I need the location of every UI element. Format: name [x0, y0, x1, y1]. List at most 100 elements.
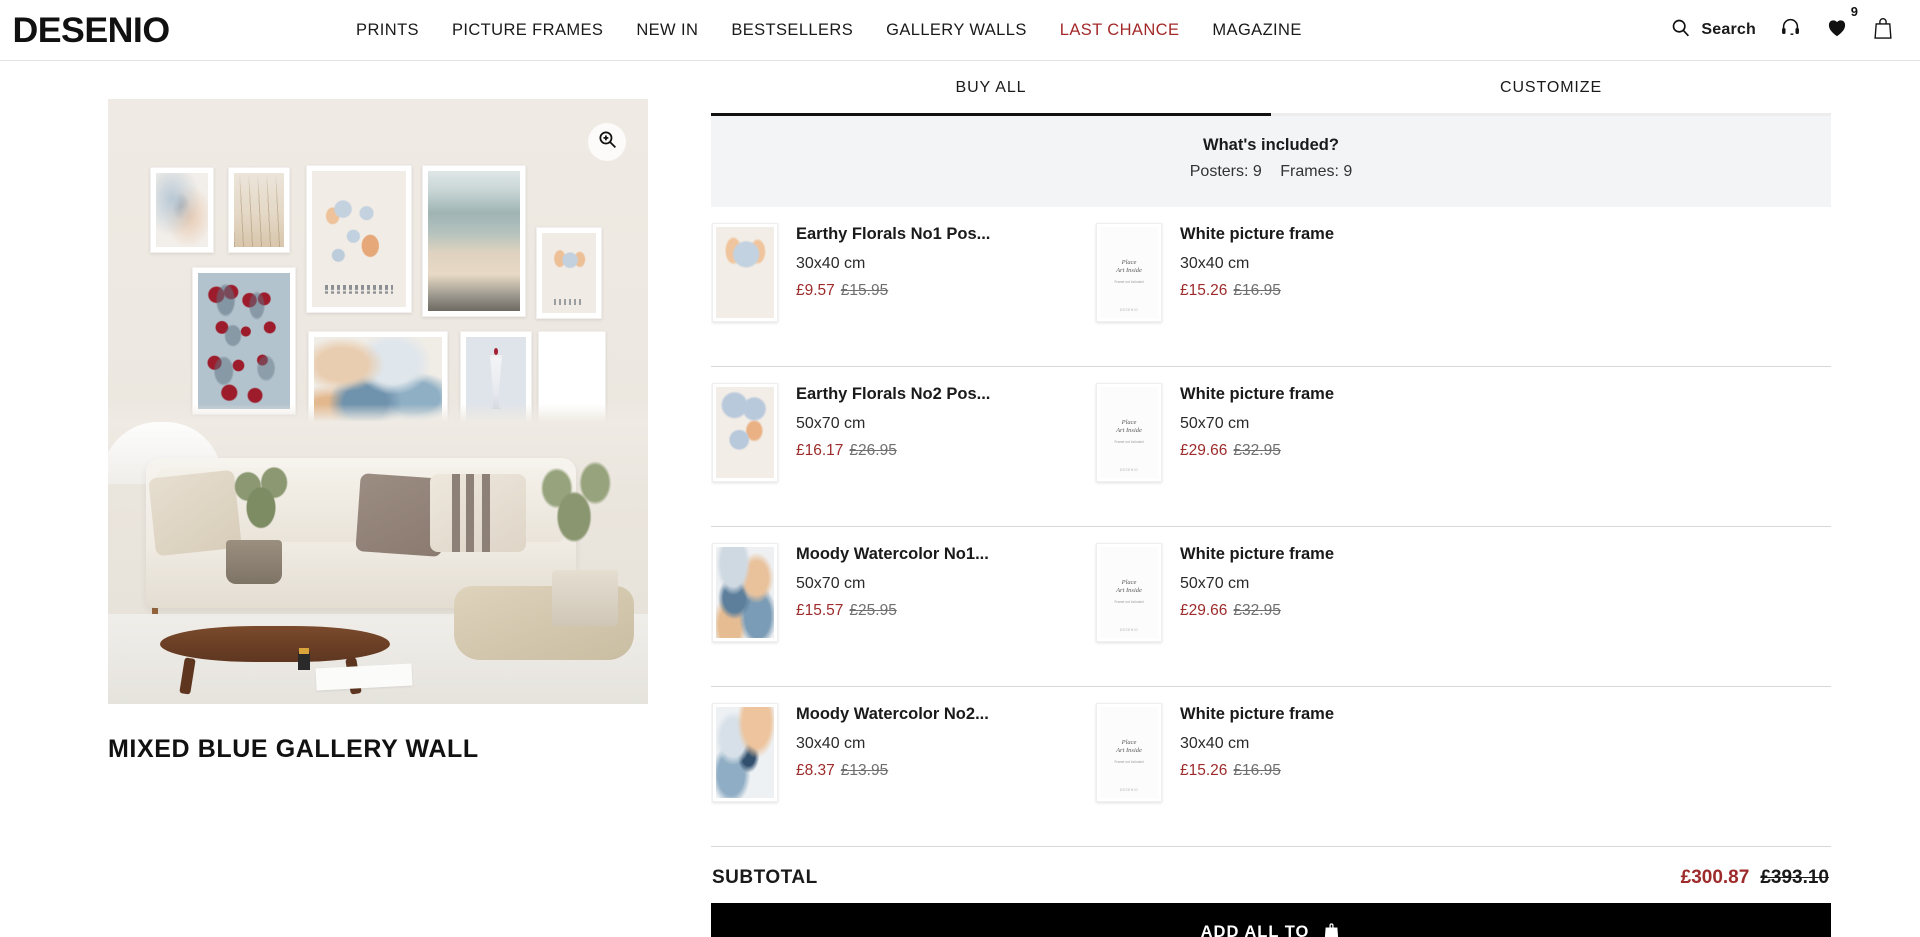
poster-prices: £15.57 £25.95	[796, 602, 989, 620]
tab-buy-all[interactable]: BUY ALL	[711, 61, 1271, 116]
frame-cell: Place Art Inside Frame not included DESE…	[1095, 543, 1479, 642]
wall-frame-2	[228, 167, 290, 253]
poster-thumbnail[interactable]	[712, 543, 778, 642]
frame-size: 50x70 cm	[1180, 414, 1250, 432]
frame-placeholder-text: Place Art Inside	[1116, 578, 1142, 595]
frame-name[interactable]: White picture frame	[1180, 544, 1334, 565]
nav-item-new-in[interactable]: NEW IN	[636, 21, 698, 40]
wishlist-button[interactable]: 9	[1825, 4, 1858, 44]
frame-placeholder-sub: Frame not included	[1114, 439, 1144, 444]
poster-name[interactable]: Moody Watercolor No1...	[796, 544, 989, 565]
frame-cell: Place Art Inside Frame not included DESE…	[1095, 383, 1479, 482]
table-row: Moody Watercolor No2... 30x40 cm £8.37 £1…	[711, 687, 1831, 847]
subtotal-row: SUBTOTAL £300.87 £393.10	[711, 847, 1831, 903]
poster-price-new: £16.17	[796, 441, 844, 459]
poster-name[interactable]: Earthy Florals No1 Pos...	[796, 224, 990, 245]
poster-price-new: £15.57	[796, 601, 844, 619]
poster-cell: Earthy Florals No1 Pos... 30x40 cm £9.57…	[711, 223, 1095, 322]
frame-prices: £29.66 £32.95	[1180, 442, 1334, 460]
cart-button[interactable]	[1872, 16, 1894, 45]
frame-price-old: £32.95	[1233, 441, 1281, 459]
wall-frame-4	[422, 165, 526, 317]
wall-frame-1	[150, 167, 214, 253]
shopping-bag-icon	[1872, 16, 1894, 45]
hero-image-wrapper	[108, 99, 648, 704]
frame-thumbnail[interactable]: Place Art Inside Frame not included DESE…	[1096, 543, 1162, 642]
frame-placeholder-sub: Frame not included	[1114, 599, 1144, 604]
frame-thumbnail[interactable]: Place Art Inside Frame not included DESE…	[1096, 383, 1162, 482]
frame-placeholder-brand: DESENIO	[1119, 628, 1139, 632]
poster-size: 50x70 cm	[796, 574, 866, 592]
gallery-wall-room-image[interactable]	[108, 99, 648, 704]
search-label: Search	[1701, 21, 1756, 38]
nav-item-last-chance[interactable]: LAST CHANCE	[1060, 21, 1180, 40]
poster-price-new: £8.37	[796, 761, 835, 779]
frame-price-old: £32.95	[1233, 601, 1281, 619]
tab-customize[interactable]: CUSTOMIZE	[1271, 61, 1831, 116]
product-purchase-column: BUY ALL CUSTOMIZE What's included? Poste…	[711, 61, 1920, 937]
purchase-mode-tabs: BUY ALL CUSTOMIZE	[711, 61, 1831, 116]
frame-size: 30x40 cm	[1180, 254, 1250, 272]
poster-size: 50x70 cm	[796, 414, 866, 432]
nav-item-picture-frames[interactable]: PICTURE FRAMES	[452, 21, 603, 40]
frame-placeholder-text: Place Art Inside	[1116, 258, 1142, 275]
frame-name[interactable]: White picture frame	[1180, 384, 1334, 405]
add-all-to-cart-button[interactable]: ADD ALL TO	[711, 903, 1831, 937]
desenio-logo[interactable]: DESENIO	[12, 13, 170, 48]
frame-prices: £15.26 £16.95	[1180, 762, 1334, 780]
table-row: Moody Watercolor No1... 50x70 cm £15.57 £…	[711, 527, 1831, 687]
frames-count: Frames: 9	[1280, 163, 1353, 180]
magnifier-plus-icon	[597, 129, 618, 155]
nav-item-gallery-walls[interactable]: GALLERY WALLS	[886, 21, 1027, 40]
frame-name[interactable]: White picture frame	[1180, 224, 1334, 245]
frame-thumbnail[interactable]: Place Art Inside Frame not included DESE…	[1096, 703, 1162, 802]
poster-size: 30x40 cm	[796, 734, 866, 752]
bundle-item-list: Earthy Florals No1 Pos... 30x40 cm £9.57…	[711, 207, 1831, 847]
poster-cell: Earthy Florals No2 Pos... 50x70 cm £16.1…	[711, 383, 1095, 482]
frame-size: 50x70 cm	[1180, 574, 1250, 592]
poster-thumbnail[interactable]	[712, 383, 778, 482]
frame-placeholder-text: Place Art Inside	[1116, 418, 1142, 435]
poster-prices: £8.37 £13.95	[796, 762, 989, 780]
poster-thumbnail[interactable]	[712, 223, 778, 322]
poster-price-old: £25.95	[849, 601, 897, 619]
frame-placeholder-sub: Frame not included	[1114, 279, 1144, 284]
frame-price-new: £29.66	[1180, 601, 1228, 619]
frame-name[interactable]: White picture frame	[1180, 704, 1334, 725]
subtotal-price-old: £393.10	[1760, 867, 1829, 888]
subtotal-price-new: £300.87	[1680, 867, 1750, 888]
nav-item-bestsellers[interactable]: BESTSELLERS	[731, 21, 853, 40]
whats-included-title: What's included?	[1203, 136, 1339, 154]
frame-cell: Place Art Inside Frame not included DESE…	[1095, 703, 1479, 802]
add-all-label: ADD ALL TO	[1200, 923, 1310, 937]
poster-name[interactable]: Moody Watercolor No2...	[796, 704, 989, 725]
frame-placeholder-brand: DESENIO	[1119, 788, 1139, 792]
zoom-image-button[interactable]	[588, 123, 626, 161]
frame-placeholder-text: Place Art Inside	[1116, 738, 1142, 755]
frame-price-new: £29.66	[1180, 441, 1228, 459]
nav-item-prints[interactable]: PRINTS	[356, 21, 419, 40]
heart-icon	[1825, 16, 1849, 44]
whats-included-counts: Posters: 9 Frames: 9	[711, 163, 1831, 181]
nav-item-magazine[interactable]: MAGAZINE	[1212, 21, 1301, 40]
subtotal-label: SUBTOTAL	[712, 867, 818, 888]
frame-thumbnail[interactable]: Place Art Inside Frame not included DESE…	[1096, 223, 1162, 322]
whats-included-panel: What's included? Posters: 9 Frames: 9	[711, 116, 1831, 207]
frame-price-new: £15.26	[1180, 281, 1228, 299]
frame-placeholder-sub: Frame not included	[1114, 759, 1144, 764]
poster-name[interactable]: Earthy Florals No2 Pos...	[796, 384, 990, 405]
wishlist-count-badge: 9	[1850, 4, 1858, 19]
headset-icon	[1779, 16, 1802, 44]
poster-thumbnail[interactable]	[712, 703, 778, 802]
frame-price-old: £16.95	[1233, 761, 1281, 779]
wall-frame-6	[192, 267, 296, 415]
poster-size: 30x40 cm	[796, 254, 866, 272]
customer-service-button[interactable]	[1779, 16, 1802, 44]
frame-placeholder-brand: DESENIO	[1119, 308, 1139, 312]
frame-prices: £15.26 £16.95	[1180, 282, 1334, 300]
search-button[interactable]: Search	[1670, 17, 1756, 43]
product-media-column: MIXED BLUE GALLERY WALL	[0, 61, 711, 937]
site-header: DESENIO PRINTS PICTURE FRAMES NEW IN BES…	[0, 0, 1920, 61]
wall-frame-3	[306, 165, 412, 313]
table-row: Earthy Florals No1 Pos... 30x40 cm £9.57…	[711, 207, 1831, 367]
